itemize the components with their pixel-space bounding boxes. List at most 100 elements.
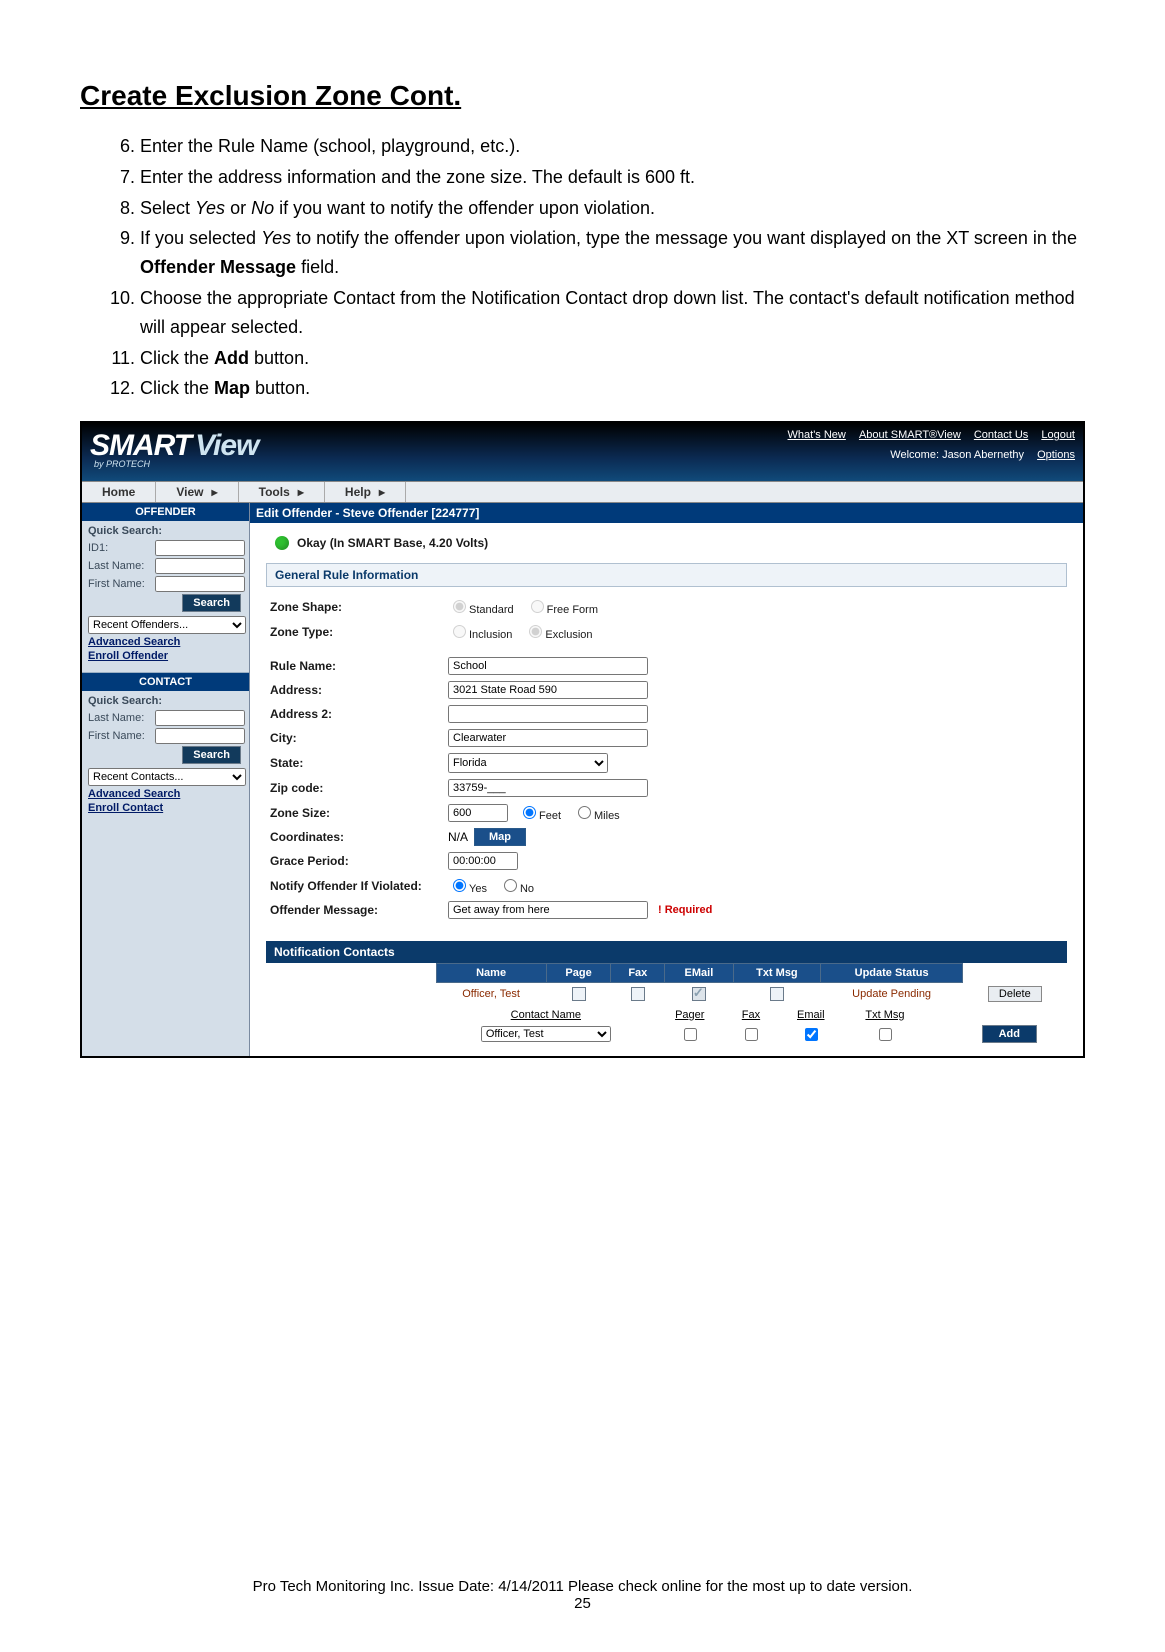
miles-radio[interactable] [578, 806, 591, 819]
chevron-right-icon: ▶ [298, 488, 304, 497]
contact-us-link[interactable]: Contact Us [974, 429, 1028, 441]
add-col-txt: Txt Msg [844, 1007, 927, 1023]
main-title: Edit Offender - Steve Offender [224777] [250, 503, 1083, 523]
add-pager-checkbox[interactable] [684, 1028, 697, 1041]
coordinates-value: N/A [448, 830, 468, 844]
step-6: Enter the Rule Name (school, playground,… [140, 132, 1085, 161]
row-email-checkbox[interactable] [692, 987, 706, 1001]
menu-help[interactable]: Help▶ [325, 482, 406, 502]
address-input[interactable] [448, 681, 648, 699]
delete-button[interactable]: Delete [988, 986, 1042, 1002]
whats-new-link[interactable]: What's New [788, 429, 846, 441]
contact-search-button[interactable]: Search [182, 746, 241, 764]
enroll-offender-link[interactable]: Enroll Offender [88, 650, 245, 662]
enroll-contact-link[interactable]: Enroll Contact [88, 802, 245, 814]
menu-home[interactable]: Home [82, 482, 156, 502]
sidebar-head-offender: OFFENDER [82, 503, 249, 521]
zone-type-label: Zone Type: [270, 625, 448, 639]
contact-first-name-label: First Name: [88, 730, 155, 742]
recent-offenders-select[interactable]: Recent Offenders... [88, 616, 246, 634]
page-number: 25 [80, 1595, 1085, 1612]
zone-shape-standard-radio[interactable] [453, 600, 466, 613]
zone-type-inclusion-radio[interactable] [453, 625, 466, 638]
general-rule-info-head: General Rule Information [266, 563, 1067, 587]
page-footer: Pro Tech Monitoring Inc. Issue Date: 4/1… [80, 1578, 1085, 1612]
col-page: Page [546, 964, 611, 983]
zip-label: Zip code: [270, 781, 448, 795]
step-12: Click the Map button. [140, 374, 1085, 403]
menu-tools[interactable]: Tools▶ [239, 482, 325, 502]
row-name: Officer, Test [436, 983, 546, 1005]
grace-period-label: Grace Period: [270, 854, 448, 868]
contact-name-select[interactable]: Officer, Test [481, 1026, 611, 1042]
row-txt-checkbox[interactable] [770, 987, 784, 1001]
zone-type-exclusion-radio[interactable] [529, 625, 542, 638]
last-name-input[interactable] [155, 558, 245, 574]
notification-contacts-head: Notification Contacts [266, 941, 1067, 963]
main-panel: Edit Offender - Steve Offender [224777] … [250, 503, 1083, 1056]
col-txt: Txt Msg [733, 964, 821, 983]
chevron-right-icon: ▶ [379, 488, 385, 497]
state-select[interactable]: Florida [448, 753, 608, 773]
id1-input[interactable] [155, 540, 245, 556]
add-txt-checkbox[interactable] [879, 1028, 892, 1041]
header-links: What's New About SMART®View Contact Us L… [778, 429, 1075, 461]
id1-label: ID1: [88, 542, 155, 554]
notify-yes-radio[interactable] [453, 879, 466, 892]
col-update: Update Status [821, 964, 963, 983]
options-link[interactable]: Options [1037, 449, 1075, 461]
add-col-pager: Pager [656, 1007, 724, 1023]
contact-advanced-search-link[interactable]: Advanced Search [88, 788, 245, 800]
notification-table: Name Page Fax EMail Txt Msg Update Statu… [266, 963, 1067, 1005]
add-button[interactable]: Add [982, 1025, 1037, 1043]
zip-input[interactable] [448, 779, 648, 797]
app-header: SMART View by PROTECH What's New About S… [82, 423, 1083, 481]
logo: SMART View [90, 429, 258, 463]
advanced-search-link[interactable]: Advanced Search [88, 636, 245, 648]
add-contact-table: Contact Name Pager Fax Email Txt Msg Off… [266, 1007, 1067, 1046]
address2-input[interactable] [448, 705, 648, 723]
state-label: State: [270, 756, 448, 770]
notify-label: Notify Offender If Violated: [270, 879, 448, 893]
offender-search-button[interactable]: Search [182, 594, 241, 612]
zone-size-input[interactable] [448, 804, 508, 822]
row-page-checkbox[interactable] [572, 987, 586, 1001]
step-9: If you selected Yes to notify the offend… [140, 224, 1085, 282]
row-fax-checkbox[interactable] [631, 987, 645, 1001]
logout-link[interactable]: Logout [1041, 429, 1075, 441]
map-button[interactable]: Map [474, 828, 526, 846]
row-update-status: Update Pending [821, 983, 963, 1005]
menu-view[interactable]: View▶ [156, 482, 238, 502]
offender-message-input[interactable] [448, 901, 648, 919]
address2-label: Address 2: [270, 707, 448, 721]
grace-period-input[interactable] [448, 852, 518, 870]
required-label: ! Required [658, 904, 712, 916]
contact-last-name-label: Last Name: [88, 712, 155, 724]
zone-shape-freeform-radio[interactable] [531, 600, 544, 613]
recent-contacts-select[interactable]: Recent Contacts... [88, 768, 246, 786]
last-name-label: Last Name: [88, 560, 155, 572]
add-email-checkbox[interactable] [805, 1028, 818, 1041]
status-message: Okay (In SMART Base, 4.20 Volts) [266, 529, 1067, 557]
city-input[interactable] [448, 729, 648, 747]
feet-radio[interactable] [523, 806, 536, 819]
welcome-label: Welcome: [890, 449, 939, 461]
welcome-user: Jason Abernethy [942, 449, 1024, 461]
first-name-input[interactable] [155, 576, 245, 592]
contact-first-name-input[interactable] [155, 728, 245, 744]
step-10: Choose the appropriate Contact from the … [140, 284, 1085, 342]
city-label: City: [270, 731, 448, 745]
steps-list: Enter the Rule Name (school, playground,… [140, 132, 1085, 403]
app-screenshot: SMART View by PROTECH What's New About S… [80, 421, 1085, 1058]
add-fax-checkbox[interactable] [745, 1028, 758, 1041]
notify-no-radio[interactable] [504, 879, 517, 892]
col-email: EMail [665, 964, 733, 983]
step-7: Enter the address information and the zo… [140, 163, 1085, 192]
sidebar-head-contact: CONTACT [82, 673, 249, 691]
doc-title: Create Exclusion Zone Cont. [80, 80, 1085, 112]
rule-name-input[interactable] [448, 657, 648, 675]
about-link[interactable]: About SMART®View [859, 429, 961, 441]
add-col-contact: Contact Name [436, 1007, 656, 1023]
logo-smart: SMART [90, 429, 191, 463]
contact-last-name-input[interactable] [155, 710, 245, 726]
